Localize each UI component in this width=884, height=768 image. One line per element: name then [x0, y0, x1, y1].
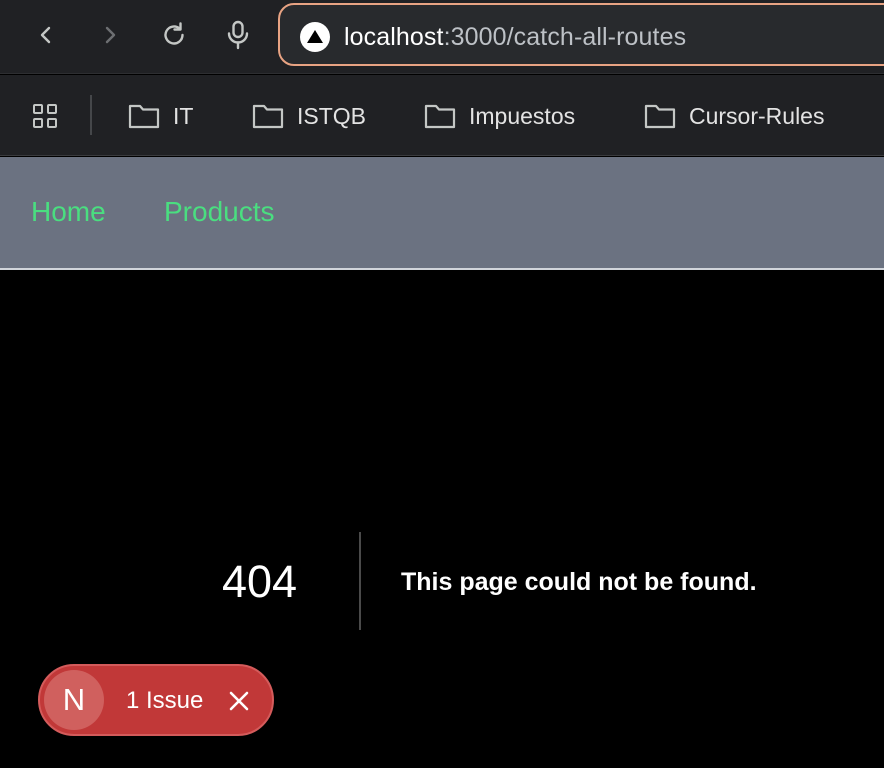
url-path: :3000/catch-all-routes	[443, 23, 687, 51]
error-message: This page could not be found.	[401, 568, 757, 596]
bookmark-istqb[interactable]: ISTQB	[252, 99, 366, 133]
error-divider	[359, 532, 361, 630]
forward-button[interactable]	[90, 15, 130, 55]
folder-icon	[128, 104, 160, 129]
microphone-icon	[227, 20, 249, 50]
bookmark-cursor-rules[interactable]: Cursor-Rules	[644, 99, 824, 133]
address-bar[interactable]: localhost:3000/catch-all-routes	[278, 3, 884, 66]
issue-count-label[interactable]: 1 Issue	[126, 686, 203, 716]
nav-link-products[interactable]: Products	[164, 195, 275, 229]
browser-toolbar: localhost:3000/catch-all-routes	[0, 0, 884, 74]
bookmarks-divider	[90, 95, 92, 135]
voice-search-button[interactable]	[218, 15, 258, 55]
bookmark-label: ISTQB	[297, 102, 367, 129]
folder-icon	[424, 104, 456, 129]
chevron-right-icon	[105, 26, 116, 44]
bookmark-impuestos[interactable]: Impuestos	[424, 99, 575, 133]
nextjs-triangle-icon[interactable]	[300, 22, 330, 52]
url-text[interactable]: localhost:3000/catch-all-routes	[344, 22, 686, 52]
reload-icon	[164, 22, 184, 45]
reload-button[interactable]	[154, 15, 194, 55]
folder-icon	[252, 104, 284, 129]
nav-link-home[interactable]: Home	[31, 195, 106, 229]
nextjs-logo-icon[interactable]: N	[44, 670, 104, 730]
bookmarks-bar: IT ISTQB Impuestos Cursor-Rules	[0, 75, 884, 156]
back-button[interactable]	[26, 15, 66, 55]
bookmark-label: IT	[173, 102, 194, 129]
url-host: localhost	[344, 23, 444, 51]
chevron-left-icon	[40, 26, 51, 44]
dev-issues-badge[interactable]: N 1 Issue	[38, 664, 274, 736]
folder-icon	[644, 104, 676, 129]
site-navbar: Home Products	[0, 157, 884, 270]
apps-grid-icon[interactable]	[30, 101, 60, 131]
bookmark-label: Impuestos	[469, 102, 576, 129]
close-icon[interactable]	[226, 688, 252, 714]
error-code: 404	[222, 556, 298, 607]
bookmark-label: Cursor-Rules	[689, 102, 825, 129]
bookmark-it[interactable]: IT	[128, 99, 193, 133]
